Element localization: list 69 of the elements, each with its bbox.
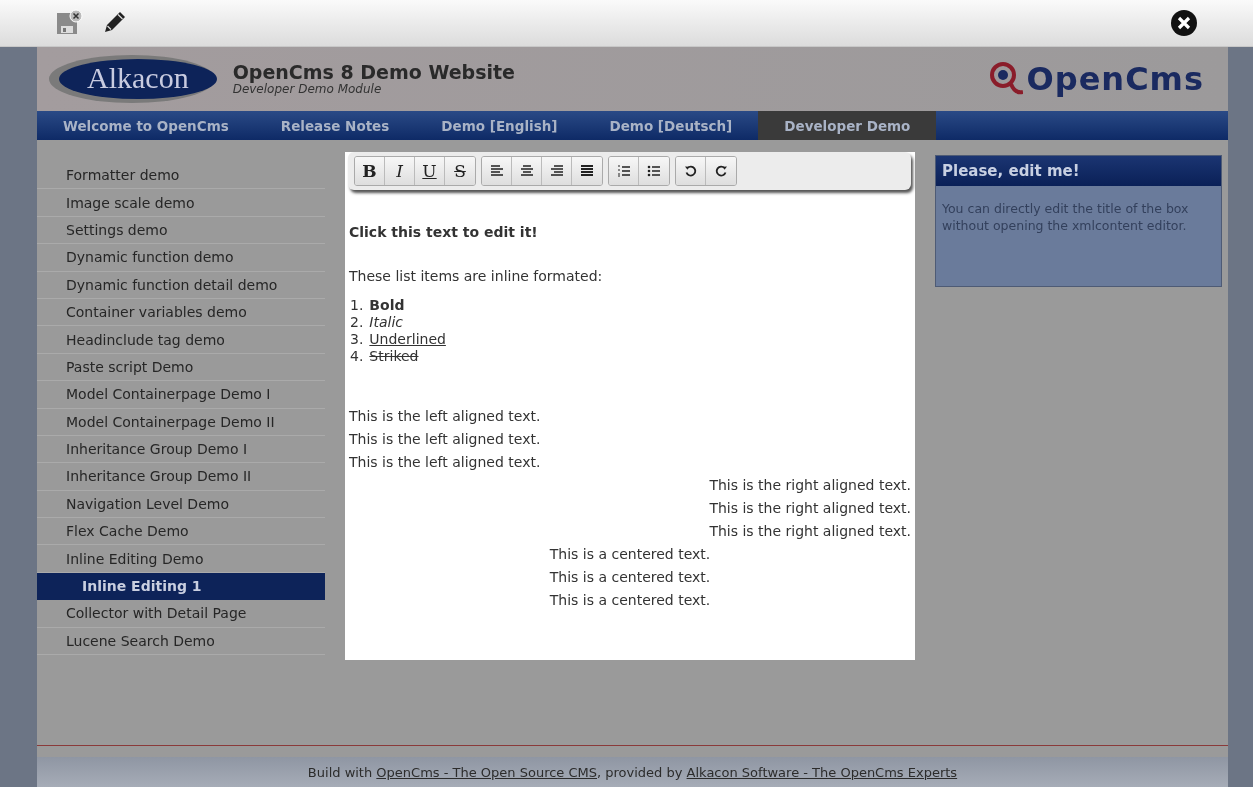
list-number: 3. xyxy=(350,331,364,348)
numbered-list-icon xyxy=(615,163,632,179)
text-line: This is a centered text. xyxy=(549,568,711,587)
underline-button[interactable]: U xyxy=(415,157,445,185)
bullet-list-icon xyxy=(646,163,662,179)
align-center-icon xyxy=(518,163,535,179)
sidebar-item[interactable]: Model Containerpage Demo I xyxy=(37,381,325,409)
text-line: This is the right aligned text. xyxy=(709,476,911,495)
numbered-list-button[interactable] xyxy=(609,157,639,185)
nav-item[interactable]: Demo [English] xyxy=(415,111,584,140)
sidebar-item[interactable]: Inline Editing Demo xyxy=(37,545,325,573)
bullet-list-button[interactable] xyxy=(639,157,669,185)
sidebar-item[interactable]: Inline Editing 1 xyxy=(37,572,325,601)
sidebar-item[interactable]: Dynamic function demo xyxy=(37,244,325,272)
align-left-button[interactable] xyxy=(482,157,512,185)
align-left-icon xyxy=(488,163,505,179)
nav-item[interactable]: Demo [Deutsch] xyxy=(583,111,759,140)
box-text: You can directly edit the title of the box without opening the xmlcontent editor. xyxy=(941,200,1190,235)
list-number: 4. xyxy=(350,348,364,365)
align-center-button[interactable] xyxy=(512,157,542,185)
align-justify-button[interactable] xyxy=(572,157,602,185)
sidebar-item[interactable]: Inheritance Group Demo II xyxy=(37,463,325,491)
sidebar-item[interactable]: Formatter demo xyxy=(37,162,325,190)
redo-icon xyxy=(713,163,729,179)
text-line: This is a centered text. xyxy=(549,591,711,610)
align-justify-icon xyxy=(579,163,595,179)
sidebar-item[interactable]: Model Containerpage Demo II xyxy=(37,408,325,436)
italic-button[interactable]: I xyxy=(385,157,415,185)
sidebar-item[interactable]: Collector with Detail Page xyxy=(37,600,325,628)
save-icon[interactable] xyxy=(55,9,83,37)
footer-link[interactable]: Alkacon Software - The OpenCms Experts xyxy=(686,764,958,780)
bold-button[interactable]: B xyxy=(355,157,385,185)
nav-item[interactable]: Release Notes xyxy=(254,111,416,140)
sidebar-item[interactable]: Paste script Demo xyxy=(37,353,325,382)
text-line: This is the left aligned text. xyxy=(349,407,541,426)
close-icon[interactable] xyxy=(1170,9,1198,37)
paragraph: These list items are inline formated: xyxy=(349,268,604,284)
brand-logo: OpenCms xyxy=(1026,60,1204,98)
editable-area[interactable] xyxy=(345,152,915,660)
list-number: 1. xyxy=(350,297,364,314)
sidebar-item[interactable]: Settings demo xyxy=(37,216,325,245)
text-line: This is the right aligned text. xyxy=(709,522,911,541)
list-item: Bold xyxy=(369,297,405,314)
box-title[interactable]: Please, edit me! xyxy=(936,156,1221,186)
text-line: This is the left aligned text. xyxy=(349,453,541,472)
text-line: This is a centered text. xyxy=(549,545,711,564)
text-line: This is the right aligned text. xyxy=(709,499,911,518)
footer-text: Build with OpenCms - The Open Source CMS, provided by Alkacon Software - The OpenCms Experts xyxy=(307,764,958,780)
sidebar-item[interactable]: Lucene Search Demo xyxy=(37,627,325,656)
sidebar-item[interactable]: Headinclude tag demo xyxy=(37,326,325,354)
sidebar-item[interactable]: Navigation Level Demo xyxy=(37,490,325,519)
text-line: This is the left aligned text. xyxy=(349,430,541,449)
align-right-icon xyxy=(548,163,565,179)
sidebar-item[interactable]: Image scale demo xyxy=(37,189,325,217)
strike-button[interactable]: S xyxy=(445,157,475,185)
sidebar-item[interactable]: Container variables demo xyxy=(37,298,325,327)
list-item: Italic xyxy=(369,314,404,331)
sidebar-item[interactable]: Inheritance Group Demo I xyxy=(37,435,325,464)
undo-button[interactable] xyxy=(676,157,706,185)
list-item: Striked xyxy=(369,348,419,365)
heading: Click this text to edit it! xyxy=(349,224,539,240)
nav-item[interactable]: Welcome to OpenCms xyxy=(37,111,255,140)
sidebar-item[interactable]: Dynamic function detail demo xyxy=(37,271,325,299)
list-number: 2. xyxy=(350,314,364,331)
list-item: Underlined xyxy=(369,331,446,348)
nav-item[interactable]: Developer Demo xyxy=(758,111,937,140)
sidebar-item[interactable]: Flex Cache Demo xyxy=(37,518,325,546)
redo-button[interactable] xyxy=(706,157,736,185)
align-right-button[interactable] xyxy=(542,157,572,185)
